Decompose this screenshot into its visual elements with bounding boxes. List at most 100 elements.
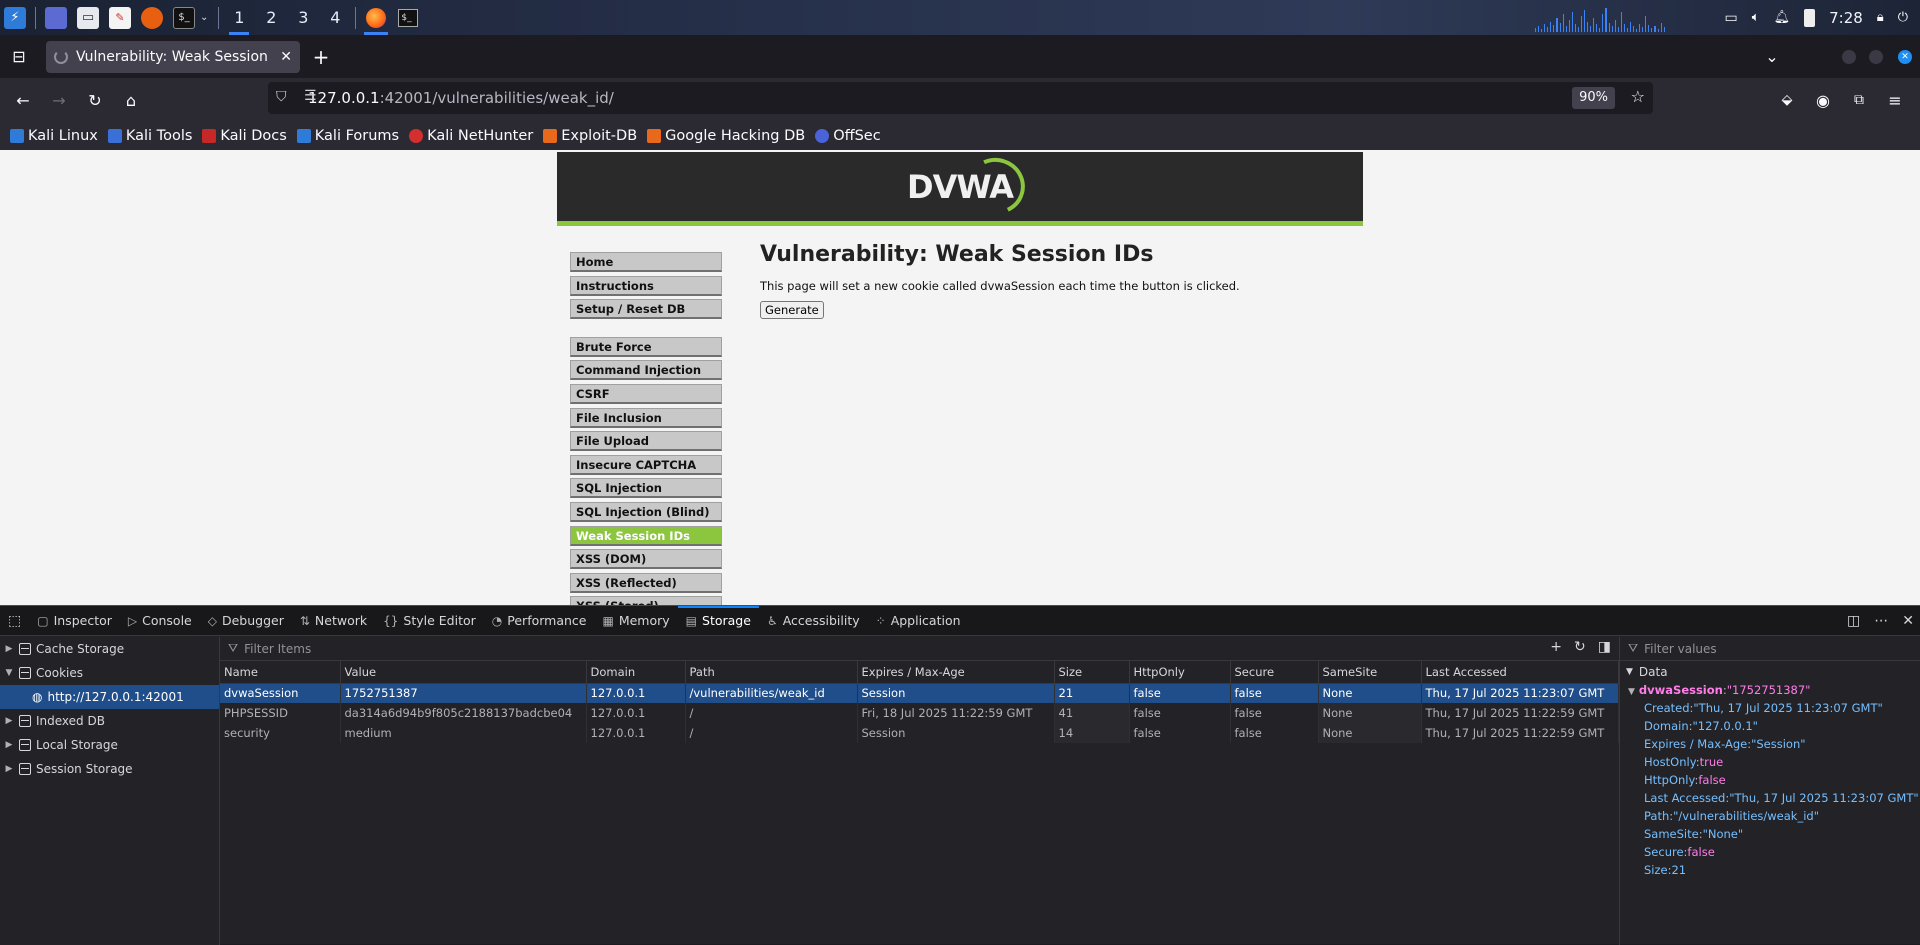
workspace-1[interactable]: 1 <box>223 0 255 35</box>
col-path[interactable]: Path <box>685 661 858 684</box>
element-picker-icon[interactable]: ⬚ <box>0 606 29 636</box>
cell[interactable]: 21 <box>1054 683 1130 703</box>
tab-storage[interactable]: ▤ Storage <box>677 605 760 636</box>
browser-tab[interactable]: Vulnerability: Weak Session IDs :: Damn … <box>46 40 300 73</box>
filter-values-bar[interactable]: ⛛ Filter values <box>1620 637 1920 661</box>
cell[interactable]: dvwaSession <box>220 683 341 703</box>
data-property[interactable]: SameSite:"None" <box>1620 827 1920 845</box>
notifications-icon[interactable]: 🔔︎ <box>1774 10 1791 25</box>
text-editor-icon[interactable]: ✎ <box>109 6 131 29</box>
cell[interactable]: 127.0.0.1 <box>586 683 686 703</box>
reload-icon[interactable]: ↻ <box>80 85 110 115</box>
cell[interactable]: 1752751387 <box>340 683 587 703</box>
data-property[interactable]: Expires / Max-Age:"Session" <box>1620 737 1920 755</box>
menu-command-injection[interactable]: Command Injection <box>570 360 722 381</box>
cell[interactable]: None <box>1318 723 1422 743</box>
table-row[interactable]: security medium 127.0.0.1 / Session 14 f… <box>220 723 1619 743</box>
url-bar[interactable]: ⛉ ☰ 127.0.0.1:42001/vulnerabilities/weak… <box>268 82 1653 114</box>
menu-xss-stored[interactable]: XSS (Stored) <box>570 596 722 605</box>
terminal-launcher-icon[interactable]: $_ <box>173 6 195 29</box>
add-item-icon[interactable]: + <box>1550 639 1562 655</box>
filter-items-bar[interactable]: ⛛ Filter Items + ↻ ◨ <box>220 637 1619 661</box>
data-property[interactable]: Created:"Thu, 17 Jul 2025 11:23:07 GMT" <box>1620 701 1920 719</box>
data-property[interactable]: HttpOnly:false <box>1620 773 1920 791</box>
data-property[interactable]: Last Accessed:"Thu, 17 Jul 2025 11:23:07… <box>1620 791 1920 809</box>
tab-inspector[interactable]: ▢ Inspector <box>29 606 120 636</box>
data-property[interactable]: Size:21 <box>1620 863 1920 881</box>
cell[interactable]: / <box>685 723 858 743</box>
tree-local-storage[interactable]: ▶ Local Storage <box>0 733 219 757</box>
menu-file-inclusion[interactable]: File Inclusion <box>570 407 722 428</box>
bookmark-star-icon[interactable]: ☆ <box>1631 87 1645 106</box>
dock-side-icon[interactable]: ◫ <box>1847 613 1860 629</box>
file-manager-icon[interactable]: ▭ <box>77 6 99 29</box>
list-all-tabs-icon[interactable]: ⌄ <box>1757 41 1787 71</box>
tree-cookies[interactable]: ▼ Cookies <box>0 661 219 685</box>
collapse-arrow-icon[interactable]: ▼ <box>1626 667 1633 677</box>
menu-setup-reset-db[interactable]: Setup / Reset DB <box>570 299 722 320</box>
tab-performance[interactable]: ◔ Performance <box>484 606 595 636</box>
cell[interactable]: / <box>685 703 858 723</box>
data-property[interactable]: Secure:false <box>1620 845 1920 863</box>
expand-arrow-icon[interactable]: ▶ <box>4 716 14 726</box>
bookmark-exploit-db[interactable]: Exploit-DB <box>543 128 637 144</box>
bookmark-kali-forums[interactable]: Kali Forums <box>296 128 399 144</box>
cell[interactable]: None <box>1318 683 1422 703</box>
cell[interactable]: 127.0.0.1 <box>586 723 686 743</box>
menu-xss-dom[interactable]: XSS (DOM) <box>570 549 722 570</box>
cell[interactable]: 41 <box>1054 703 1130 723</box>
taskbar-firefox[interactable] <box>360 0 392 35</box>
data-property[interactable]: HostOnly:true <box>1620 755 1920 773</box>
menu-insecure-captcha[interactable]: Insecure CAPTCHA <box>570 454 722 475</box>
volume-icon[interactable]: 🔈︎ <box>1752 10 1760 25</box>
cell[interactable]: /vulnerabilities/weak_id <box>685 683 858 703</box>
pocket-icon[interactable]: ⬙ <box>1772 85 1802 115</box>
new-tab-icon[interactable]: + <box>306 42 336 72</box>
power-icon[interactable]: ⏻ <box>1898 10 1908 25</box>
cell[interactable]: false <box>1230 703 1319 723</box>
cell[interactable]: PHPSESSID <box>220 703 341 723</box>
data-section-header[interactable]: ▼ Data <box>1620 661 1920 683</box>
cell[interactable]: da314a6d94b9f805c2188137badcbe04 <box>340 703 587 723</box>
menu-brute-force[interactable]: Brute Force <box>570 336 722 357</box>
tree-session-storage[interactable]: ▶ Session Storage <box>0 757 219 781</box>
forward-arrow-icon[interactable]: → <box>44 85 74 115</box>
cell[interactable]: Thu, 17 Jul 2025 11:23:07 GMT <box>1421 683 1619 703</box>
cell[interactable]: false <box>1129 723 1231 743</box>
cell[interactable]: Session <box>857 723 1055 743</box>
tree-cookie-host[interactable]: ◍ http://127.0.0.1:42001 <box>0 685 219 709</box>
menu-csrf[interactable]: CSRF <box>570 383 722 404</box>
launcher-dropdown-icon[interactable]: ⌄ <box>200 12 208 23</box>
col-samesite[interactable]: SameSite <box>1318 661 1422 684</box>
tab-memory[interactable]: ▦ Memory <box>594 606 677 636</box>
cell[interactable]: Fri, 18 Jul 2025 11:22:59 GMT <box>857 703 1055 723</box>
tab-style-editor[interactable]: {} Style Editor <box>375 606 484 636</box>
display-icon[interactable]: ▭ <box>1725 10 1738 26</box>
tab-application[interactable]: ⁘ Application <box>868 606 969 636</box>
cell[interactable]: Thu, 17 Jul 2025 11:22:59 GMT <box>1421 723 1619 743</box>
bookmark-kali-tools[interactable]: Kali Tools <box>107 128 192 144</box>
tab-console[interactable]: ▷ Console <box>120 606 200 636</box>
page-info-icon[interactable]: ☰ <box>304 88 317 104</box>
cell[interactable]: false <box>1129 683 1231 703</box>
cell[interactable]: false <box>1230 723 1319 743</box>
menu-home[interactable]: Home <box>570 252 722 272</box>
collapse-arrow-icon[interactable]: ▼ <box>4 668 14 678</box>
generate-button[interactable]: Generate <box>760 301 824 319</box>
menu-sql-injection-blind[interactable]: SQL Injection (Blind) <box>570 501 722 522</box>
cell[interactable]: 127.0.0.1 <box>586 703 686 723</box>
workspace-3[interactable]: 3 <box>287 0 319 35</box>
bookmark-kali-docs[interactable]: Kali Docs <box>202 128 287 144</box>
bookmark-google-hacking-db[interactable]: Google Hacking DB <box>647 128 805 144</box>
cell[interactable]: medium <box>340 723 587 743</box>
table-row[interactable]: dvwaSession 1752751387 127.0.0.1 /vulner… <box>220 683 1619 703</box>
bookmark-kali-linux[interactable]: Kali Linux <box>10 128 98 144</box>
close-window-button[interactable]: ✕ <box>1898 50 1912 64</box>
kali-menu-icon[interactable]: ⚡ <box>4 6 26 29</box>
bookmark-kali-nethunter[interactable]: Kali NetHunter <box>409 128 533 144</box>
firefox-view-icon[interactable]: ⊟ <box>4 42 34 72</box>
cell[interactable]: false <box>1230 683 1319 703</box>
zoom-level[interactable]: 90% <box>1572 87 1615 109</box>
shield-icon[interactable]: ⛉ <box>276 89 287 105</box>
col-name[interactable]: Name <box>220 661 341 684</box>
